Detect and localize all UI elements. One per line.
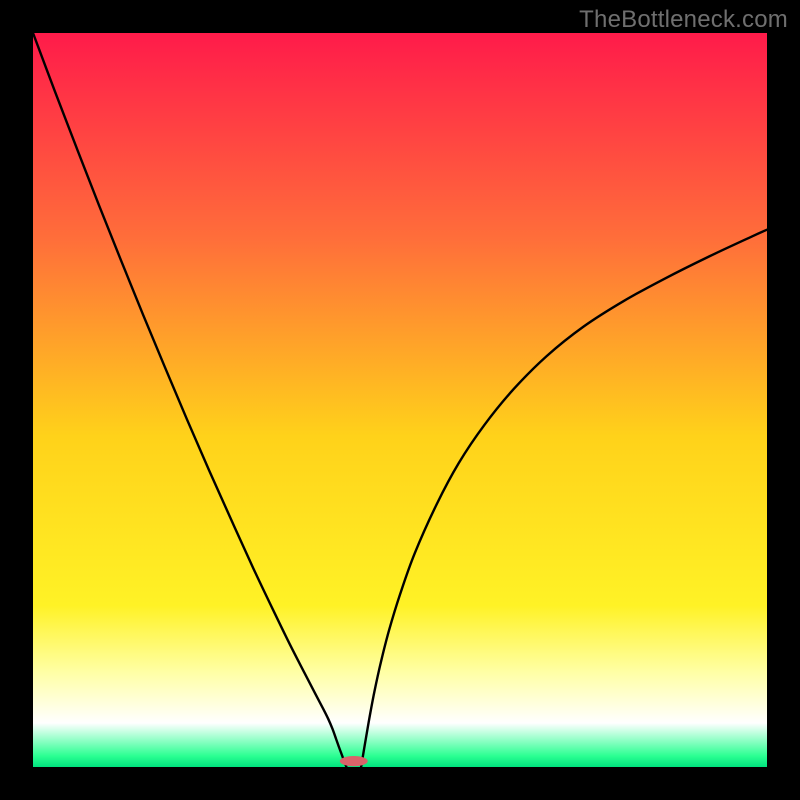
chart-svg (33, 33, 767, 767)
outer-frame: TheBottleneck.com (0, 0, 800, 800)
plot-area (33, 33, 767, 767)
gradient-background (33, 33, 767, 767)
watermark-text: TheBottleneck.com (579, 6, 788, 34)
minimum-marker (340, 756, 368, 766)
